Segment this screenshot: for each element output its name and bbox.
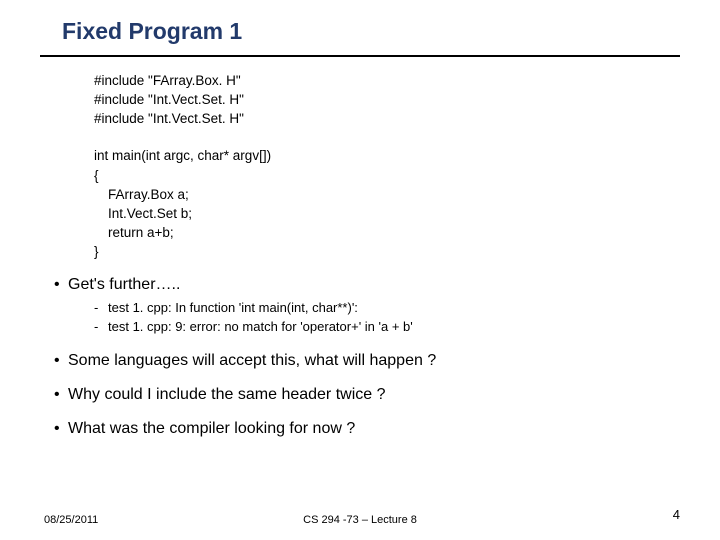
- bullet-list: • Get's further….. - test 1. cpp: In fun…: [54, 275, 666, 439]
- bullet-text: What was the compiler looking for now ?: [68, 419, 355, 439]
- bullet-dot-icon: •: [54, 351, 68, 370]
- code-line: #include "FArray.Box. H": [94, 71, 666, 90]
- sub-bullet-text: test 1. cpp: 9: error: no match for 'ope…: [108, 318, 413, 337]
- bullet-item: • Some languages will accept this, what …: [54, 351, 666, 371]
- bullet-dot-icon: •: [54, 385, 68, 404]
- bullet-dot-icon: •: [54, 419, 68, 438]
- bullet-item: • Get's further…..: [54, 275, 666, 295]
- code-line: return a+b;: [94, 223, 666, 242]
- dash-icon: -: [94, 318, 108, 337]
- sub-bullet-item: - test 1. cpp: In function 'int main(int…: [94, 299, 666, 318]
- bullet-text: Some languages will accept this, what wi…: [68, 351, 436, 371]
- dash-icon: -: [94, 299, 108, 318]
- sub-bullet-text: test 1. cpp: In function 'int main(int, …: [108, 299, 358, 318]
- footer-center: CS 294 -73 – Lecture 8: [0, 514, 720, 526]
- code-block: #include "FArray.Box. H" #include "Int.V…: [54, 71, 666, 261]
- code-line: #include "Int.Vect.Set. H": [94, 109, 666, 128]
- sub-bullet-list: - test 1. cpp: In function 'int main(int…: [54, 299, 666, 337]
- code-line: Int.Vect.Set b;: [94, 204, 666, 223]
- slide-title: Fixed Program 1: [0, 0, 720, 55]
- sub-bullet-item: - test 1. cpp: 9: error: no match for 'o…: [94, 318, 666, 337]
- code-line: FArray.Box a;: [94, 185, 666, 204]
- code-line: #include "Int.Vect.Set. H": [94, 90, 666, 109]
- bullet-item: • What was the compiler looking for now …: [54, 419, 666, 439]
- code-line: {: [94, 166, 666, 185]
- code-line: int main(int argc, char* argv[]): [94, 146, 666, 165]
- code-line: }: [94, 242, 666, 261]
- bullet-text: Get's further…..: [68, 275, 180, 295]
- bullet-text: Why could I include the same header twic…: [68, 385, 386, 405]
- content-area: #include "FArray.Box. H" #include "Int.V…: [0, 57, 720, 439]
- bullet-dot-icon: •: [54, 275, 68, 294]
- footer-page-number: 4: [673, 507, 680, 522]
- bullet-item: • Why could I include the same header tw…: [54, 385, 666, 405]
